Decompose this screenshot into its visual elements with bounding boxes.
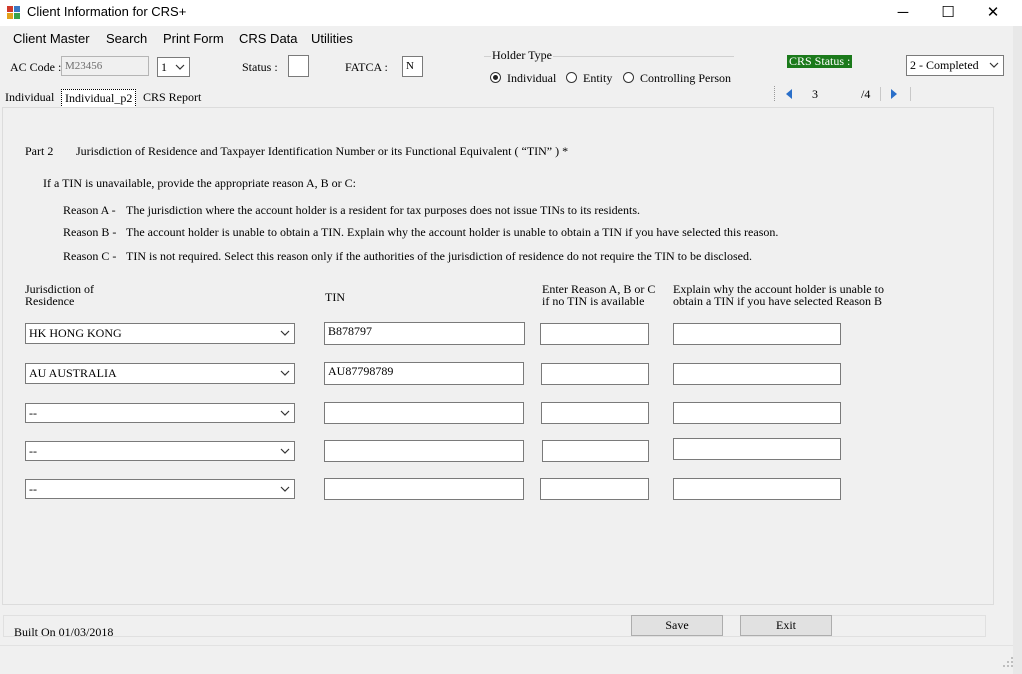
explain-input[interactable] [673,478,841,500]
reason-a-text: The jurisdiction where the account holde… [126,203,640,217]
chevron-down-icon [280,410,290,416]
page-total: /4 [861,87,871,101]
holder-type-entity-radio[interactable] [566,72,577,83]
close-button[interactable]: ✕ [970,0,1016,26]
menu-utilities[interactable]: Utilities [311,31,353,46]
previous-record-icon[interactable] [783,87,795,101]
col-explain-line2: obtain a TIN if you have selected Reason… [673,294,883,308]
crs-status-select[interactable]: 2 - Completed [906,55,1004,76]
ac-seq-value: 1 [161,60,167,74]
menu-print-form[interactable]: Print Form [163,31,224,46]
jurisdiction-value: -- [29,406,37,420]
holder-type-controlling-person-label: Controlling Person [640,71,732,85]
chevron-down-icon [280,370,290,376]
ac-seq-select[interactable]: 1 [157,57,190,77]
jurisdiction-select[interactable]: HK HONG KONG [25,323,295,344]
reason-input[interactable] [541,363,649,385]
reason-input[interactable] [540,323,649,345]
holder-type-controlling-person-radio[interactable] [623,72,634,83]
page-current[interactable]: 3 [812,87,818,102]
navigator-separator [910,87,911,101]
record-navigator: 3 /4 [772,84,912,104]
ac-code-input[interactable]: M23456 [61,56,149,76]
holder-type-individual-label: Individual [507,71,557,85]
ac-code-label: AC Code : [10,60,62,74]
explain-input[interactable] [673,323,841,345]
reason-input[interactable] [541,402,649,424]
footer-bar [3,615,986,637]
holder-type-label: Holder Type [491,48,553,63]
tin-input[interactable] [324,478,524,500]
reason-input[interactable] [542,440,649,462]
jurisdiction-value: -- [29,444,37,458]
exit-button[interactable]: Exit [740,615,832,636]
chevron-down-icon [989,62,999,68]
reason-b-text: The account holder is unable to obtain a… [126,225,779,239]
tin-input[interactable] [324,402,524,424]
crs-status-value: 2 - Completed [910,58,979,72]
tab-crs-report[interactable]: CRS Report [140,89,204,106]
fatca-label: FATCA : [345,60,388,74]
explain-input[interactable] [673,363,841,385]
explain-input[interactable] [673,438,841,460]
tab-individual[interactable]: Individual [2,89,57,106]
reason-b-key: Reason B - [63,225,117,239]
jurisdiction-value: AU AUSTRALIA [29,366,117,380]
jurisdiction-select[interactable]: AU AUSTRALIA [25,363,295,384]
status-input[interactable] [288,55,309,77]
holder-type-individual-radio[interactable] [490,72,501,83]
window-title: Client Information for CRS+ [27,4,187,19]
app-icon [7,6,20,19]
jurisdiction-select[interactable]: -- [25,479,295,499]
tin-unavailable-intro: If a TIN is unavailable, provide the app… [43,176,357,190]
menu-bar: Client Master Search Print Form CRS Data… [0,28,1022,50]
chevron-down-icon [280,448,290,454]
chevron-down-icon [280,330,290,336]
status-label: Status : [242,60,278,74]
title-bar: Client Information for CRS+ ─ ☐ ✕ [0,0,1022,26]
holder-type-entity-label: Entity [583,71,613,85]
navigator-separator [880,87,881,101]
built-on-label: Built On 01/03/2018 [14,625,114,639]
navigator-grip [774,86,776,101]
menu-search[interactable]: Search [106,31,147,46]
fatca-input[interactable]: N [402,56,423,77]
save-button[interactable]: Save [631,615,723,636]
jurisdiction-select[interactable]: -- [25,403,295,423]
col-tin: TIN [325,290,345,304]
col-jurisdiction-line2: Residence [25,294,75,308]
chevron-down-icon [280,486,290,492]
jurisdiction-value: -- [29,482,37,496]
next-record-icon[interactable] [888,87,900,101]
jurisdiction-select[interactable]: -- [25,441,295,461]
chevron-down-icon [175,64,185,70]
minimize-button[interactable]: ─ [880,0,926,26]
maximize-button[interactable]: ☐ [925,0,971,26]
reason-input[interactable] [540,478,649,500]
status-separator [0,645,1013,646]
part-label: Part 2 [25,144,54,158]
tab-individual-p2[interactable]: Individual_p2 [61,89,137,108]
col-reason-line2: if no TIN is available [542,294,645,308]
reason-a-key: Reason A - [63,203,116,217]
part-heading: Jurisdiction of Residence and Taxpayer I… [76,144,569,158]
tin-input[interactable]: B878797 [324,322,525,345]
reason-c-text: TIN is not required. Select this reason … [126,249,752,263]
reason-c-key: Reason C - [63,249,117,263]
background-window-edge [1013,26,1022,674]
tin-input[interactable]: AU87798789 [324,362,524,385]
crs-status-badge: CRS Status : [787,54,853,68]
jurisdiction-value: HK HONG KONG [29,326,122,340]
menu-client-master[interactable]: Client Master [13,31,90,46]
tin-input[interactable] [324,440,524,462]
menu-crs-data[interactable]: CRS Data [239,31,298,46]
explain-input[interactable] [673,402,841,424]
